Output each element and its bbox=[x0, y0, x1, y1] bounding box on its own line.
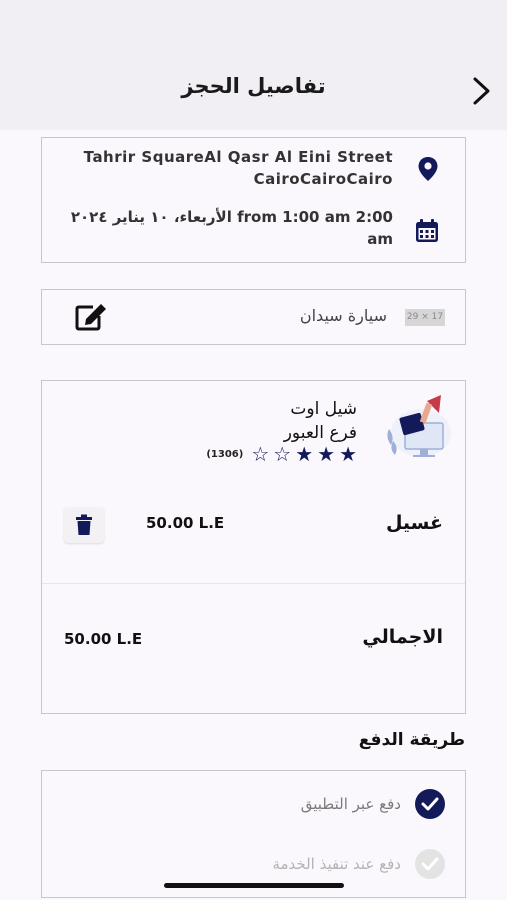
payment-option-in-app[interactable]: دفع عبر التطبيق bbox=[301, 789, 445, 819]
star-filled-icon: ★ bbox=[339, 442, 357, 466]
service-price: 50.00 L.E bbox=[146, 514, 225, 532]
star-filled-icon: ★ bbox=[317, 442, 336, 466]
service-name: غسيل bbox=[385, 512, 443, 534]
delete-service-button[interactable] bbox=[64, 507, 104, 543]
check-circle-icon[interactable] bbox=[415, 789, 445, 819]
check-circle-icon[interactable] bbox=[415, 849, 445, 879]
payment-option-label: دفع عبر التطبيق bbox=[300, 795, 401, 813]
car-image: 29 × 17 bbox=[405, 309, 445, 326]
star-empty-icon: ☆ bbox=[251, 442, 270, 466]
calendar-icon bbox=[416, 219, 438, 242]
star-filled-icon: ★ bbox=[295, 442, 314, 466]
home-indicator bbox=[164, 883, 344, 888]
booking-datetime: الأربعاء، ١٠ يناير ٢٠٢٤ from 1:00 am 2:0… bbox=[70, 208, 393, 248]
app-header: تفاصيل الحجز bbox=[0, 0, 507, 130]
divider bbox=[42, 583, 465, 584]
back-button[interactable] bbox=[466, 74, 496, 108]
address-text: Tahrir SquareAl Qasr Al Eini Street Cair… bbox=[83, 148, 393, 188]
chevron-right-icon bbox=[473, 77, 490, 105]
order-card: شيل اوت فرع العبور (1306) ☆ ☆ ★ ★ ★ غسيل… bbox=[41, 380, 466, 714]
car-name: سيارة سيدان bbox=[299, 306, 387, 325]
payment-option-label: دفع عند تنفيذ الخدمة bbox=[272, 855, 401, 873]
edit-icon[interactable] bbox=[74, 302, 108, 332]
star-empty-icon: ☆ bbox=[273, 442, 292, 466]
car-card: 29 × 17 سيارة سيدان bbox=[41, 289, 466, 345]
shop-logo bbox=[387, 395, 451, 457]
shop-info: شيل اوت فرع العبور bbox=[284, 397, 357, 445]
payment-option-on-service[interactable]: دفع عند تنفيذ الخدمة bbox=[272, 849, 445, 879]
total-label: الاجمالي bbox=[362, 626, 443, 648]
booking-location-card: Tahrir SquareAl Qasr Al Eini Street Cair… bbox=[41, 137, 466, 263]
page-title: تفاصيل الحجز bbox=[181, 74, 326, 98]
total-price: 50.00 L.E bbox=[64, 630, 143, 648]
rating: (1306) ☆ ☆ ★ ★ ★ bbox=[206, 444, 357, 464]
trash-icon bbox=[76, 514, 92, 535]
map-pin-icon bbox=[418, 157, 438, 181]
reviews-count: (1306) bbox=[206, 448, 244, 460]
payment-method-title: طريقة الدفع bbox=[358, 730, 465, 750]
payment-options-card: دفع عبر التطبيق دفع عند تنفيذ الخدمة bbox=[41, 770, 466, 898]
shop-name: شيل اوت bbox=[290, 399, 357, 419]
